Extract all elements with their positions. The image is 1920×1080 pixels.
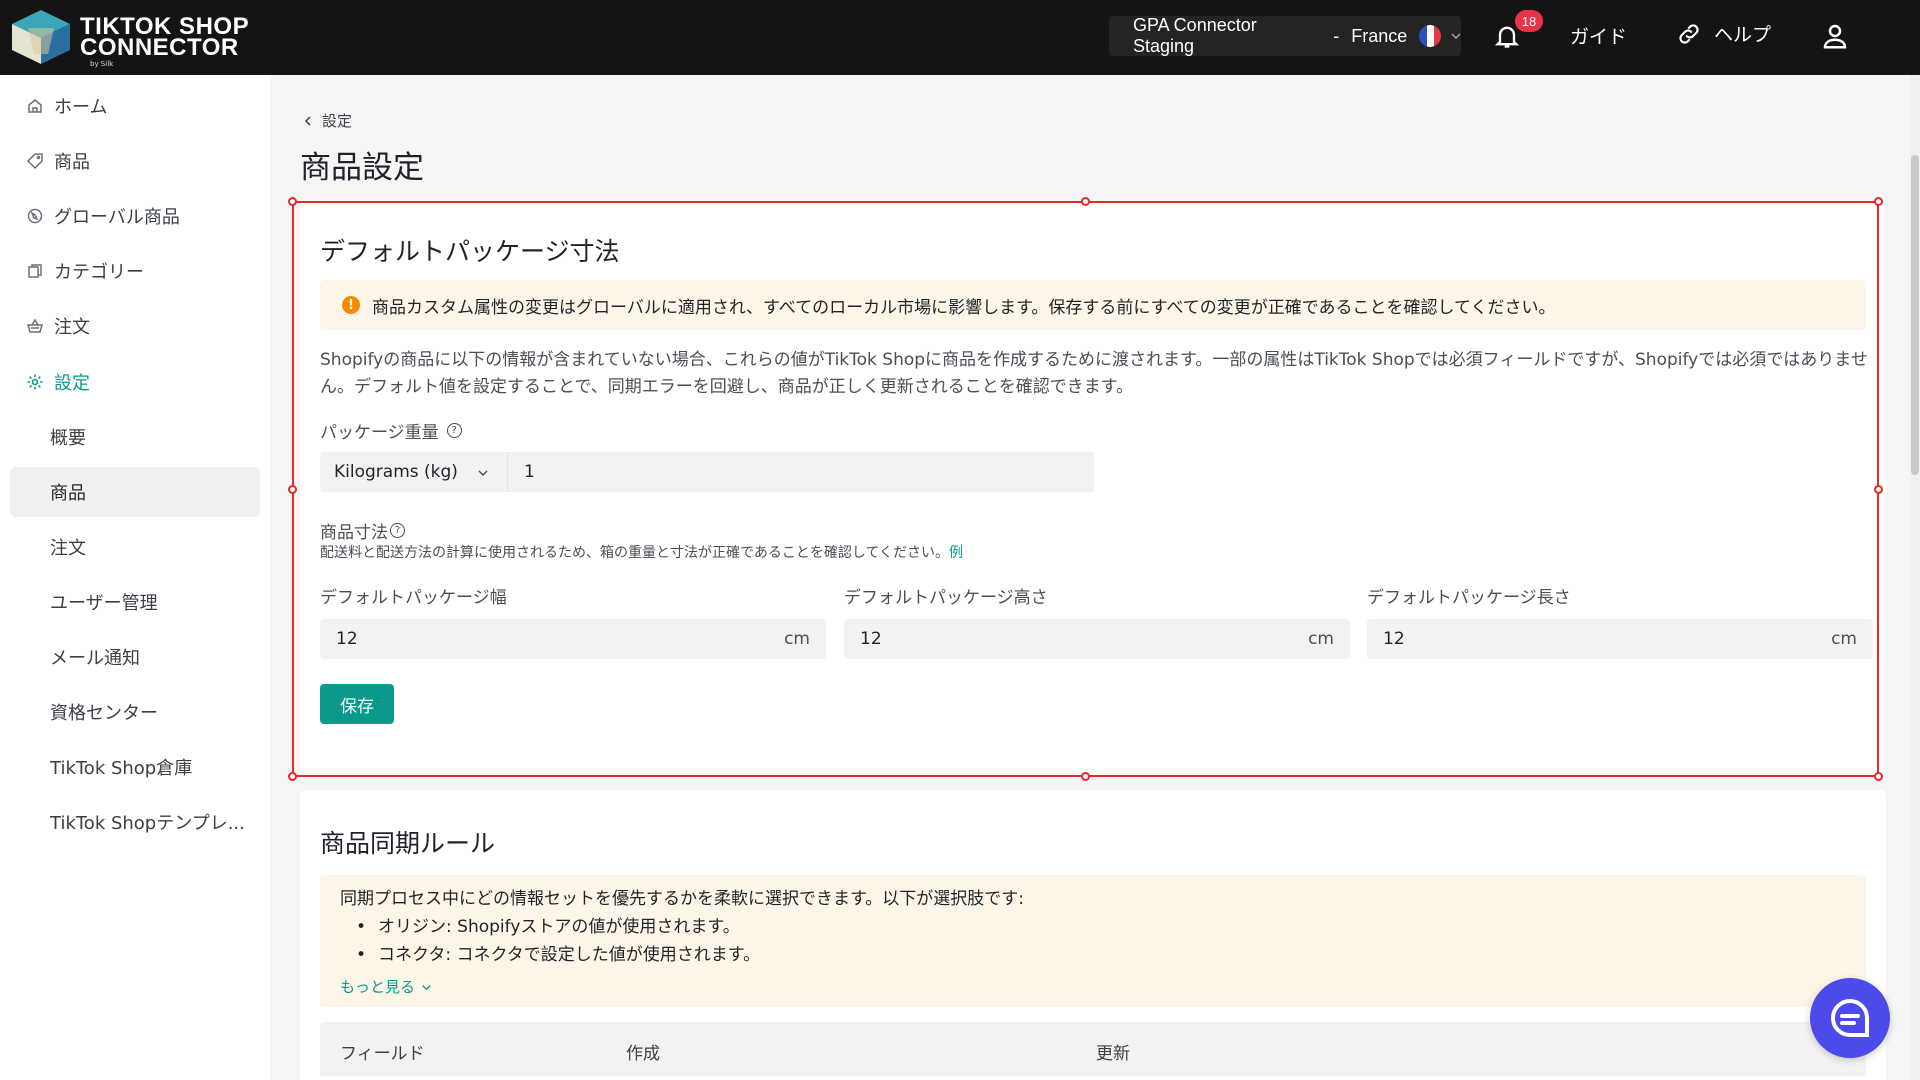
scrollbar[interactable]	[1910, 75, 1920, 1080]
sync-intro: 同期プロセス中にどの情報セットを優先するかを柔軟に選択できます。以下が選択肢です…	[340, 889, 1025, 909]
height-label: デフォルトパッケージ高さ	[844, 588, 1048, 608]
store-separator: -	[1333, 25, 1340, 46]
sync-info-box: 同期プロセス中にどの情報セットを優先するかを柔軟に選択できます。以下が選択肢です…	[320, 875, 1866, 1007]
package-dimensions-card: デフォルトパッケージ寸法 ! 商品カスタム属性の変更はグローバルに適用され、すべ…	[300, 202, 1886, 776]
user-icon[interactable]	[1820, 21, 1850, 51]
package-description: Shopifyの商品に以下の情報が含まれていない場合、これらの値がTikTok …	[320, 350, 1868, 397]
selection-handle[interactable]	[288, 772, 297, 781]
help-circle-icon[interactable]: ?	[446, 423, 462, 438]
guide-link[interactable]: ガイド	[1570, 22, 1627, 49]
help-circle-icon[interactable]: ?	[390, 523, 405, 538]
scrollbar-thumb[interactable]	[1911, 155, 1919, 475]
tag-icon	[26, 153, 43, 170]
france-flag-icon	[1419, 25, 1442, 47]
height-input[interactable]: 12 cm	[844, 619, 1350, 659]
sidebar-subitem-templates[interactable]: TikTok Shopテンプレ...	[10, 797, 260, 847]
global-change-warning: ! 商品カスタム属性の変更はグローバルに適用され、すべてのローカル市場に影響しま…	[320, 280, 1866, 330]
weight-unit-select[interactable]: Kilograms (kg)	[320, 452, 508, 492]
sidebar-item-home[interactable]: ホーム	[10, 81, 260, 131]
length-label: デフォルトパッケージ長さ	[1367, 588, 1571, 608]
selection-handle[interactable]	[1874, 485, 1883, 494]
sidebar-subitem-products[interactable]: 商品	[10, 467, 260, 517]
page-title: 商品設定	[300, 150, 424, 186]
help-label: ヘルプ	[1714, 24, 1772, 46]
weight-label: パッケージ重量 ?	[320, 418, 462, 443]
column-header-field: フィールド	[340, 1044, 425, 1064]
sync-option-connector: コネクタ: コネクタで設定した値が使用されます。	[356, 941, 1846, 969]
help-link[interactable]: ヘルプ	[1676, 20, 1771, 47]
breadcrumb[interactable]: 設定	[302, 110, 352, 131]
link-icon	[1679, 23, 1699, 44]
sidebar-subitem-orders[interactable]: 注文	[10, 522, 260, 572]
gear-icon	[27, 374, 43, 390]
show-more-link[interactable]: もっと見る	[340, 973, 1846, 1001]
notification-badge: 18	[1515, 10, 1543, 32]
column-header-update: 更新	[1096, 1044, 1130, 1064]
sync-table-header: フィールド 作成 更新	[320, 1022, 1866, 1076]
logo-byline: by Silk	[90, 60, 114, 68]
chevron-down-icon	[478, 470, 488, 476]
sidebar: ホーム 商品 グローバル商品 カテゴリー 注文 設定 概要 商品 注文 ユーザー…	[0, 75, 270, 1080]
weight-input[interactable]: 1	[508, 462, 535, 482]
save-button[interactable]: 保存	[320, 684, 394, 724]
sidebar-item-global-products[interactable]: グローバル商品	[10, 191, 260, 241]
width-label: デフォルトパッケージ幅	[320, 588, 507, 608]
selection-handle[interactable]	[1874, 197, 1883, 206]
sync-options: オリジン: Shopifyストアの値が使用されます。 コネクタ: コネクタで設定…	[340, 913, 1846, 969]
width-input[interactable]: 12 cm	[320, 619, 826, 659]
selection-handle[interactable]	[288, 197, 297, 206]
sidebar-subitem-email-notifications[interactable]: メール通知	[10, 632, 260, 682]
selection-handle[interactable]	[1081, 772, 1090, 781]
sidebar-subitem-qualification-center[interactable]: 資格センター	[10, 687, 260, 737]
basket-icon	[27, 318, 43, 333]
sidebar-item-settings[interactable]: 設定	[10, 357, 260, 407]
sidebar-subitem-warehouse[interactable]: TikTok Shop倉庫	[10, 742, 260, 792]
store-region: France	[1351, 25, 1408, 46]
selection-handle[interactable]	[1081, 197, 1090, 206]
dimensions-label: 商品寸法 ?	[320, 518, 405, 543]
logo[interactable]: TIKTOK SHOP CONNECTOR by Silk	[8, 8, 250, 68]
logo-text: TIKTOK SHOP CONNECTOR	[80, 13, 250, 61]
top-bar: TIKTOK SHOP CONNECTOR by Silk GPA Connec…	[0, 0, 1920, 75]
home-icon	[28, 99, 42, 113]
store-name: GPA Connector Staging	[1133, 15, 1257, 56]
package-section-title: デフォルトパッケージ寸法	[320, 237, 620, 266]
example-link[interactable]: 例	[949, 545, 963, 561]
sidebar-item-orders[interactable]: 注文	[10, 301, 260, 351]
sync-rules-card: 商品同期ルール 同期プロセス中にどの情報セットを優先するかを柔軟に選択できます。…	[300, 790, 1886, 1080]
chevron-down-icon	[422, 984, 431, 990]
chat-button[interactable]	[1810, 978, 1890, 1058]
selection-handle[interactable]	[288, 485, 297, 494]
sidebar-subitem-overview[interactable]: 概要	[10, 412, 260, 462]
dimensions-description: 配送料と配送方法の計算に使用されるため、箱の重量と寸法が正確であることを確認して…	[320, 545, 964, 561]
sidebar-item-products[interactable]: 商品	[10, 136, 260, 186]
logo-cube-icon	[12, 10, 70, 64]
chat-icon	[1831, 998, 1869, 1037]
length-input[interactable]: 12 cm	[1367, 619, 1873, 659]
chevron-left-icon	[304, 115, 311, 126]
chevron-down-icon	[1451, 33, 1461, 39]
sidebar-subitem-user-management[interactable]: ユーザー管理	[10, 577, 260, 627]
sync-section-title: 商品同期ルール	[320, 829, 496, 858]
sidebar-item-categories[interactable]: カテゴリー	[10, 246, 260, 296]
warning-icon: !	[342, 296, 360, 314]
weight-field: Kilograms (kg) 1	[320, 452, 1094, 492]
sync-option-origin: オリジン: Shopifyストアの値が使用されます。	[356, 913, 1846, 941]
copy-icon	[28, 264, 42, 278]
selection-handle[interactable]	[1874, 772, 1883, 781]
globe-icon	[27, 208, 43, 224]
store-selector[interactable]: GPA Connector Staging - France	[1109, 15, 1461, 56]
column-header-create: 作成	[626, 1044, 660, 1064]
